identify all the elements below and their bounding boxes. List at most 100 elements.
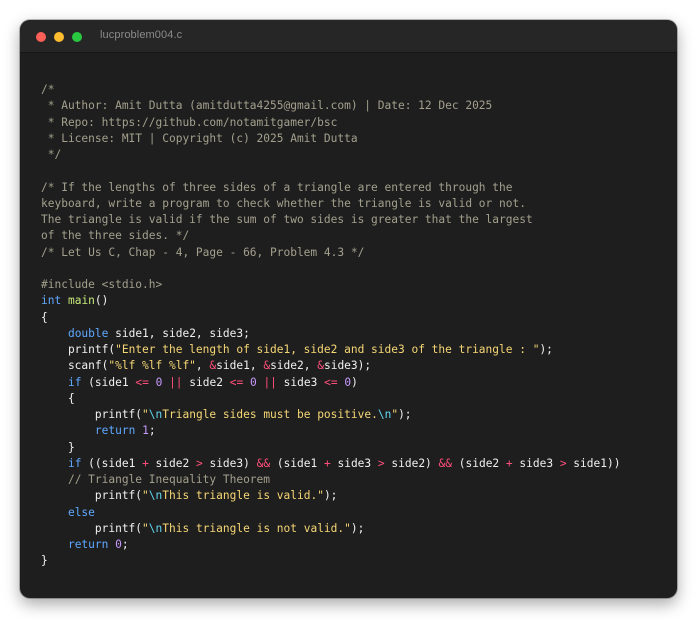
text-token: printf( bbox=[41, 489, 143, 503]
minimize-button[interactable] bbox=[54, 32, 64, 42]
code-line: #include <stdio.h> bbox=[41, 277, 620, 293]
text-token: side1, bbox=[216, 359, 264, 373]
escape-token: \n bbox=[377, 408, 392, 421]
text-token: side1, side2, side3; bbox=[108, 326, 250, 340]
string-token: " bbox=[142, 489, 149, 503]
comment-token: /* bbox=[41, 83, 55, 96]
code-line: if (side1 <= 0 || side2 <= 0 || side3 <=… bbox=[41, 375, 620, 391]
comment-token: * License: MIT | Copyright (c) 2025 Amit… bbox=[41, 131, 358, 145]
code-line: return 0; bbox=[41, 537, 620, 553]
operator-token: + bbox=[505, 456, 513, 470]
string-token: Triangle sides must be positive. bbox=[162, 408, 378, 421]
operator-token: <= bbox=[324, 375, 338, 389]
text-token: ) bbox=[351, 375, 358, 389]
text-token: () bbox=[94, 294, 109, 308]
code-line: printf("\nThis triangle is not valid."); bbox=[41, 521, 620, 537]
text-token: ; bbox=[148, 424, 156, 438]
text-token: side1)) bbox=[566, 456, 621, 470]
escape-token: \n bbox=[148, 489, 163, 503]
text-token: { bbox=[41, 391, 75, 405]
text-token: (side2 bbox=[452, 456, 506, 470]
comment-token: /* If the lengths of three sides of a tr… bbox=[41, 180, 513, 194]
string-token: "Enter the length of side1, side2 and si… bbox=[115, 343, 540, 356]
comment-token: */ bbox=[41, 148, 62, 161]
keyword-token: return bbox=[67, 538, 109, 551]
operator-token: > bbox=[559, 456, 567, 470]
text-token: ; bbox=[121, 538, 129, 551]
text-token: } bbox=[41, 440, 75, 454]
operator-token: > bbox=[377, 456, 385, 470]
code-line: of the three sides. */ bbox=[41, 228, 620, 244]
text-token: side2 bbox=[148, 456, 196, 470]
string-token: " bbox=[142, 408, 149, 421]
comment-token: * Repo: https://github.com/notamitgamer/… bbox=[41, 115, 338, 129]
text-token: side3 bbox=[276, 375, 325, 389]
operator-token: || bbox=[169, 375, 183, 389]
operator-token: > bbox=[195, 456, 203, 470]
text-token: side2) bbox=[384, 456, 439, 470]
string-token: This triangle is valid." bbox=[162, 489, 324, 503]
code-line: { bbox=[41, 391, 620, 407]
keyword-token: int bbox=[41, 294, 62, 308]
keyword-token: double bbox=[67, 326, 109, 340]
comment-token: keyboard, write a program to check wheth… bbox=[41, 196, 526, 210]
escape-token: \n bbox=[148, 521, 163, 535]
code-line: The triangle is valid if the sum of two … bbox=[41, 212, 620, 228]
keyword-token: if bbox=[67, 375, 82, 389]
operator-token: + bbox=[142, 456, 149, 470]
text-token: printf( bbox=[41, 343, 116, 356]
number-token: 1 bbox=[142, 424, 149, 438]
text-token: ); bbox=[539, 343, 553, 356]
text-token: side3 bbox=[512, 456, 560, 470]
code-line: /* bbox=[41, 82, 620, 98]
text-token: scanf( bbox=[41, 359, 109, 373]
code-window: lucproblem004.c /* * Author: Amit Dutta … bbox=[20, 20, 677, 598]
code-line: * Author: Amit Dutta (amitdutta4255@gmai… bbox=[41, 98, 620, 114]
operator-token: && bbox=[438, 456, 453, 470]
text-token: side3) bbox=[202, 456, 257, 470]
text-token: } bbox=[41, 554, 48, 568]
comment-token: /* Let Us C, Chap - 4, Page - 66, Proble… bbox=[41, 245, 365, 259]
text-token: printf( bbox=[41, 408, 143, 421]
text-token: (side1 bbox=[270, 456, 324, 470]
title-bar[interactable]: lucproblem004.c bbox=[20, 20, 677, 53]
text-token: side3 bbox=[330, 456, 378, 470]
number-token: 0 bbox=[249, 375, 257, 389]
comment-token: * Author: Amit Dutta (amitdutta4255@gmai… bbox=[41, 99, 493, 113]
text-token: , bbox=[195, 359, 210, 373]
string-token: " bbox=[142, 521, 149, 535]
code-editor[interactable]: /* * Author: Amit Dutta (amitdutta4255@g… bbox=[41, 82, 620, 570]
operator-token: + bbox=[323, 456, 331, 470]
string-token: "%lf %lf %lf" bbox=[108, 359, 196, 373]
operator-token: && bbox=[256, 456, 271, 470]
code-line: else bbox=[41, 505, 620, 521]
keyword-token: else bbox=[67, 505, 95, 519]
text-token: ); bbox=[350, 521, 365, 535]
operator-token: <= bbox=[135, 375, 149, 389]
code-line: printf("Enter the length of side1, side2… bbox=[41, 342, 620, 358]
text-token: (side1 bbox=[81, 375, 136, 389]
code-line: /* If the lengths of three sides of a tr… bbox=[41, 180, 620, 196]
code-line: } bbox=[41, 553, 620, 569]
number-token: 0 bbox=[115, 538, 122, 551]
close-button[interactable] bbox=[36, 32, 46, 42]
escape-token: \n bbox=[148, 408, 163, 421]
keyword-token: return bbox=[94, 424, 136, 438]
code-line: scanf("%lf %lf %lf", &side1, &side2, &si… bbox=[41, 358, 620, 374]
code-line: */ bbox=[41, 147, 620, 163]
maximize-button[interactable] bbox=[72, 32, 82, 42]
code-line: { bbox=[41, 310, 620, 326]
code-line: printf("\nTriangle sides must be positiv… bbox=[41, 407, 620, 423]
keyword-token: if bbox=[67, 456, 82, 470]
text-token: ((side1 bbox=[81, 456, 143, 470]
code-line: /* Let Us C, Chap - 4, Page - 66, Proble… bbox=[41, 245, 620, 261]
